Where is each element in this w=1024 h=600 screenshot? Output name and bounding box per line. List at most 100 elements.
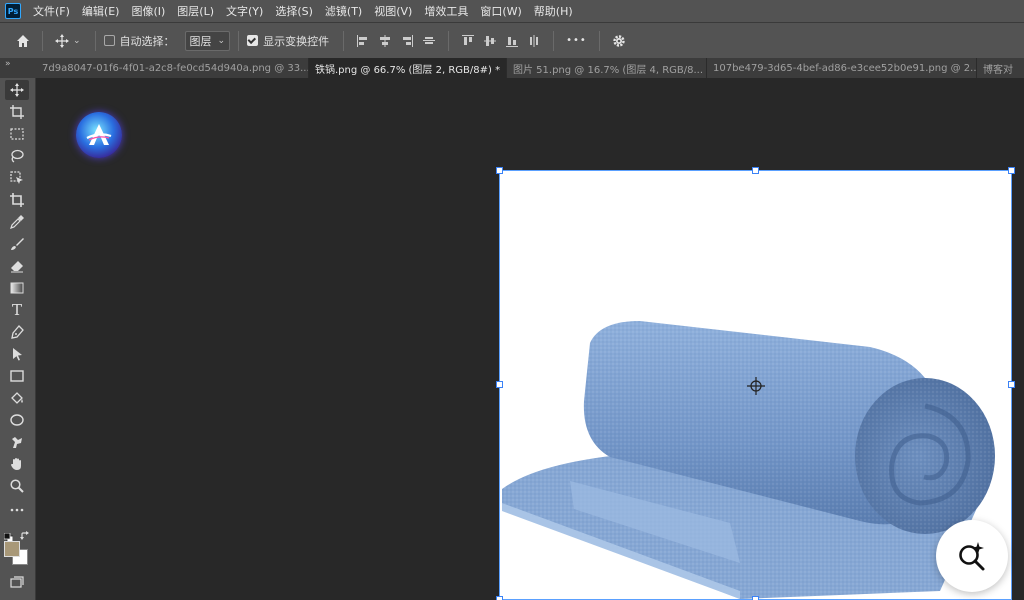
tab-document-4[interactable]: 107be479-3d65-4bef-ad86-e3cee52b0e91.png… (707, 58, 977, 78)
eyedropper-tool[interactable] (5, 212, 29, 232)
panel-collapse-button[interactable]: » (0, 58, 36, 78)
path-select-tool[interactable] (5, 344, 29, 364)
transform-handle-right[interactable] (1008, 381, 1015, 388)
tab-document-1[interactable]: 7d9a8047-01f6-4f01-a2c8-fe0cd54d940a.png… (36, 58, 309, 78)
layer-dropdown[interactable]: 图层 ⌄ (184, 30, 231, 51)
show-transform-checkbox[interactable] (247, 35, 259, 46)
object-select-tool[interactable] (5, 168, 29, 188)
watermark-logo (76, 112, 122, 158)
crop-tool[interactable] (5, 190, 29, 210)
marquee-tool[interactable] (5, 124, 29, 144)
gradient-icon (10, 282, 24, 294)
options-bar: ⌄ 自动选择： 图层 ⌄ 显示变换控件 ••• (0, 22, 1024, 58)
paint-bucket-tool[interactable] (5, 388, 29, 408)
menu-filter[interactable]: 滤镜(T) (319, 3, 368, 19)
gear-icon (613, 34, 625, 47)
generative-search-button[interactable] (936, 520, 1008, 592)
menu-image[interactable]: 图像(I) (125, 3, 171, 19)
tab-document-3[interactable]: 图片 51.png @ 16.7% (图层 4, RGB/8... × (507, 58, 707, 78)
transform-handle-bottom[interactable] (752, 596, 759, 600)
logo-a-icon (86, 124, 112, 145)
separator (598, 30, 600, 51)
swap-colors-button[interactable] (20, 526, 30, 540)
menu-type[interactable]: 文字(Y) (220, 3, 269, 19)
foreground-color-swatch[interactable] (4, 541, 20, 557)
pen-tool[interactable] (5, 322, 29, 342)
rectangle-icon (10, 370, 24, 382)
move-icon (10, 83, 24, 97)
tab-label: 107be479-3d65-4bef-ad86-e3cee52b0e91.png… (713, 62, 977, 74)
move-tool-preset-button[interactable] (51, 30, 73, 52)
transform-handle-bottom-left[interactable] (496, 596, 503, 600)
ellipse-tool[interactable] (5, 410, 29, 430)
menu-window[interactable]: 窗口(W) (474, 3, 527, 19)
menu-select[interactable]: 选择(S) (269, 3, 319, 19)
separator (343, 30, 345, 51)
transform-handle-top-right[interactable] (1008, 167, 1015, 174)
tab-label: 铁锅.png @ 66.7% (图层 2, RGB/8#) * (315, 64, 501, 76)
document-canvas[interactable] (496, 167, 1015, 600)
pen-icon (11, 325, 24, 339)
align-middle-icon (484, 35, 497, 46)
distribute-vertical-button[interactable] (523, 30, 545, 52)
tab-document-2[interactable]: 铁锅.png @ 66.7% (图层 2, RGB/8#) * × (309, 58, 507, 78)
app-logo: Ps (5, 3, 21, 19)
artboard-icon (10, 105, 24, 119)
magnifier-sparkle-icon (959, 542, 985, 571)
align-middle-button[interactable] (479, 30, 501, 52)
align-top-button[interactable] (457, 30, 479, 52)
align-left-button[interactable] (352, 30, 374, 52)
auto-select-label: 自动选择： (119, 34, 175, 48)
separator (42, 30, 43, 51)
paint-bucket-icon (11, 392, 23, 404)
more-icon (10, 508, 24, 512)
menu-layer[interactable]: 图层(L) (171, 3, 220, 19)
canvas-workspace[interactable] (36, 78, 1024, 600)
puppet-tool[interactable] (5, 432, 29, 452)
align-right-icon (403, 34, 414, 47)
align-center-button[interactable] (374, 30, 396, 52)
menu-plugins[interactable]: 增效工具 (418, 3, 474, 19)
more-options-button[interactable]: ••• (562, 35, 591, 46)
chevron-down-icon[interactable]: ⌄ (73, 36, 81, 46)
align-right-button[interactable] (396, 30, 418, 52)
menu-file[interactable]: 文件(F) (27, 3, 76, 19)
eraser-tool[interactable] (5, 256, 29, 276)
tools-panel: T (0, 78, 36, 600)
home-button[interactable] (12, 30, 34, 52)
crop-icon (10, 193, 24, 207)
lasso-tool[interactable] (5, 146, 29, 166)
menu-edit[interactable]: 编辑(E) (76, 3, 126, 19)
transform-handle-left[interactable] (496, 381, 503, 388)
hand-tool[interactable] (5, 454, 29, 474)
auto-select-checkbox[interactable] (103, 35, 115, 46)
type-tool[interactable]: T (5, 300, 29, 320)
artboard-tool[interactable] (5, 102, 29, 122)
marquee-icon (10, 128, 24, 140)
transform-center-crosshair[interactable] (746, 376, 766, 396)
puppet-icon (12, 437, 22, 448)
tab-document-5[interactable]: 博客对 (977, 58, 1024, 78)
transform-handle-top[interactable] (752, 167, 759, 174)
default-colors-button[interactable] (3, 527, 14, 543)
move-icon (55, 33, 69, 48)
align-top-icon (462, 34, 475, 45)
separator (94, 30, 96, 51)
document-tabs: 7d9a8047-01f6-4f01-a2c8-fe0cd54d940a.png… (36, 58, 1024, 78)
screen-mode-button[interactable] (5, 572, 29, 592)
align-left-icon (357, 34, 368, 47)
move-tool[interactable] (5, 80, 29, 100)
brush-tool[interactable] (5, 234, 29, 254)
transform-handle-top-left[interactable] (496, 167, 503, 174)
settings-button[interactable] (608, 30, 630, 52)
more-tools[interactable] (5, 500, 29, 520)
gradient-tool[interactable] (5, 278, 29, 298)
separator (238, 30, 240, 51)
menu-help[interactable]: 帮助(H) (528, 3, 579, 19)
show-transform-label: 显示变换控件 (263, 34, 330, 48)
menu-view[interactable]: 视图(V) (368, 3, 418, 19)
align-bottom-button[interactable] (501, 30, 523, 52)
rectangle-tool[interactable] (5, 366, 29, 386)
distribute-horizontal-button[interactable] (418, 30, 440, 52)
zoom-tool[interactable] (5, 476, 29, 496)
